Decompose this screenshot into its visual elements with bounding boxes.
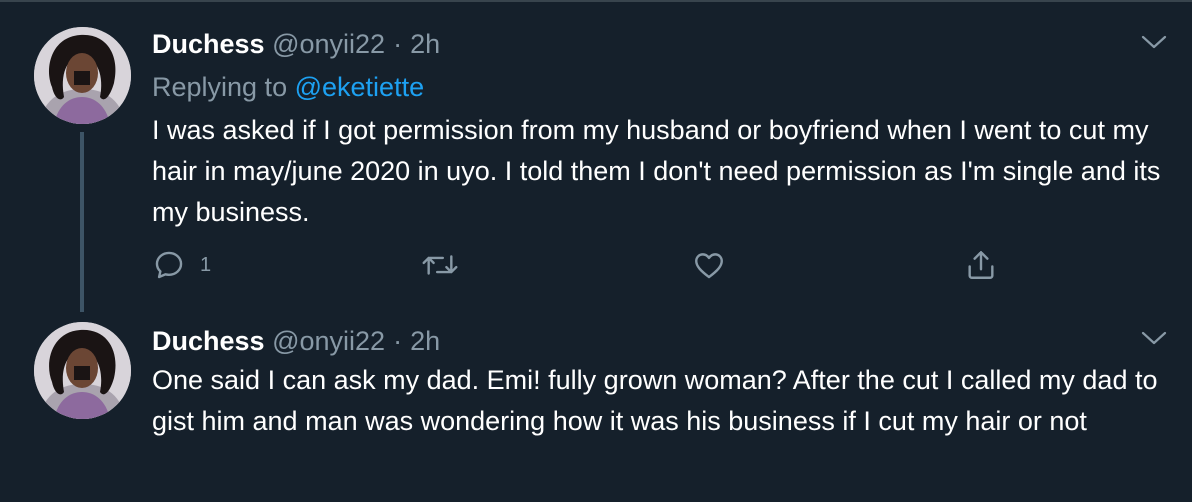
chevron-down-icon — [1141, 35, 1167, 49]
share-icon — [968, 251, 994, 279]
more-options-button[interactable] — [1140, 328, 1168, 348]
tweet-header: Duchess @onyii22 · 2h — [152, 324, 440, 358]
user-handle[interactable]: @onyii22 — [272, 326, 385, 356]
avatar-photo — [34, 27, 131, 124]
separator-dot: · — [393, 326, 403, 356]
separator-dot: · — [393, 29, 403, 59]
tweet[interactable]: Duchess @onyii22 · 2h One said I can ask m… — [0, 312, 1192, 502]
reply-button[interactable]: 1 — [152, 245, 211, 285]
thread-connector-line — [80, 132, 84, 312]
chevron-down-icon — [1141, 331, 1167, 345]
mention-link[interactable]: @eketiette — [295, 72, 424, 102]
more-options-button[interactable] — [1140, 32, 1168, 52]
tweet-header: Duchess @onyii22 · 2h — [152, 27, 440, 61]
replying-to-line: Replying to @eketiette — [152, 70, 424, 104]
timestamp[interactable]: 2h — [410, 29, 440, 59]
retweet-button[interactable] — [420, 245, 460, 285]
heart-icon — [695, 253, 723, 279]
avatar[interactable] — [34, 322, 131, 419]
tweet-text: I was asked if I got permission from my … — [152, 115, 1161, 227]
like-button[interactable] — [692, 245, 726, 285]
reply-icon — [155, 251, 183, 279]
display-name[interactable]: Duchess — [152, 29, 265, 59]
display-name[interactable]: Duchess — [152, 326, 265, 356]
avatar[interactable] — [34, 27, 131, 124]
reply-count: 1 — [200, 253, 212, 276]
replying-to-label: Replying to — [152, 72, 288, 102]
tweet-actions: 1 — [152, 245, 1052, 285]
tweet[interactable]: Duchess @onyii22 · 2h Replying to @eketiet… — [0, 0, 1192, 312]
avatar-photo — [34, 322, 131, 419]
share-button[interactable] — [964, 245, 998, 285]
tweet-text: One said I can ask my dad. Emi! fully gr… — [152, 365, 1158, 436]
retweet-icon — [422, 255, 458, 275]
user-handle[interactable]: @onyii22 — [272, 29, 385, 59]
timestamp[interactable]: 2h — [410, 326, 440, 356]
